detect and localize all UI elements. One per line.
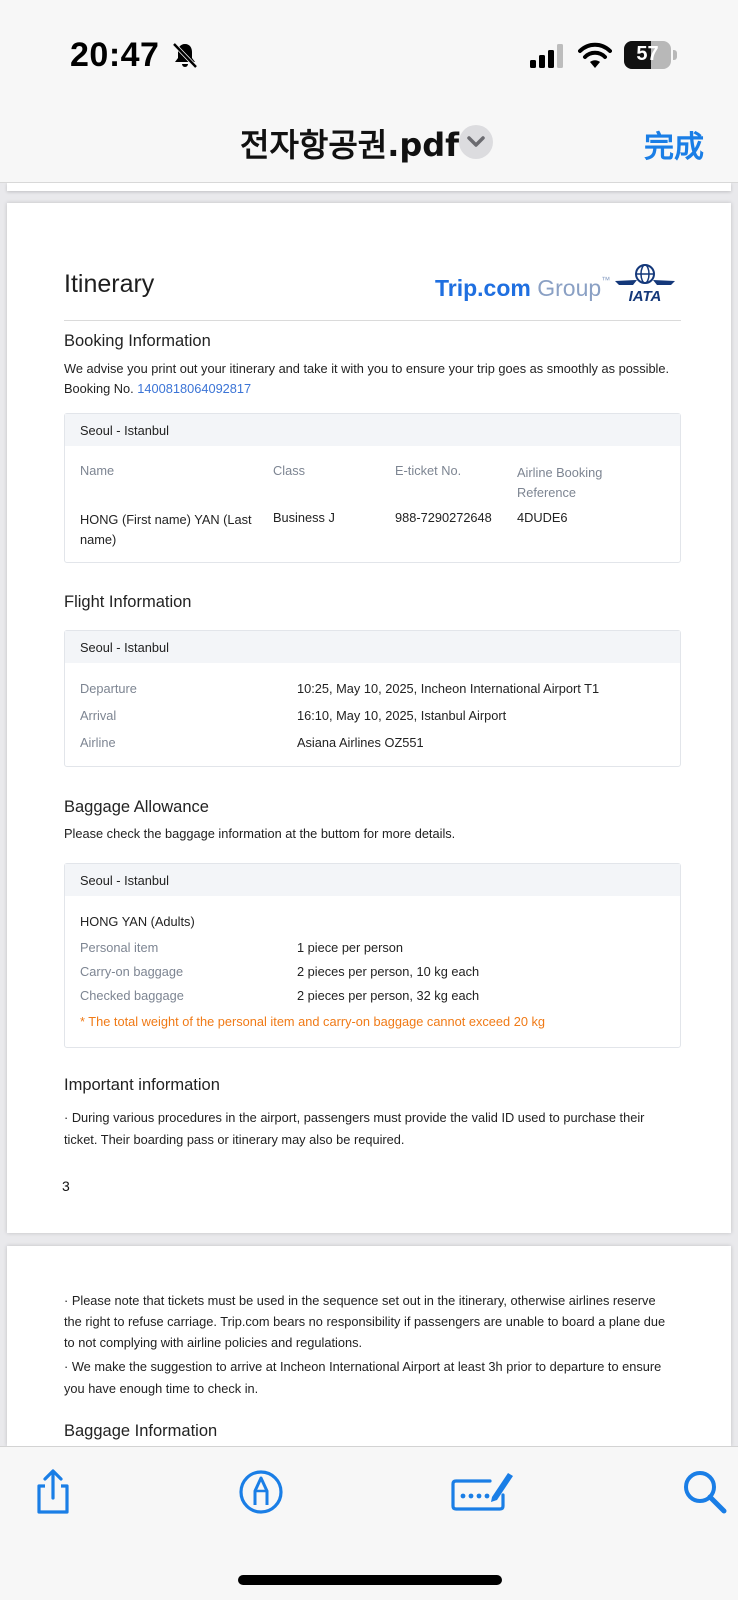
- checked-baggage-value: 2 pieces per person, 32 kg each: [297, 988, 480, 1003]
- column-name: Name: [80, 463, 115, 478]
- important-line-3: · We make the suggestion to arrive at In…: [64, 1359, 662, 1396]
- flight-route: Seoul - Istanbul: [65, 631, 680, 663]
- carry-on-value: 2 pieces per person, 10 kg each: [297, 964, 480, 979]
- logo-brand: Trip.com: [435, 275, 531, 301]
- cabin-class: Business J: [273, 510, 335, 525]
- checked-baggage-label: Checked baggage: [80, 988, 184, 1003]
- itinerary-title: Itinerary: [64, 270, 155, 298]
- flight-table: Seoul - Istanbul Departure 10:25, May 10…: [64, 630, 681, 767]
- booking-number-link[interactable]: 1400818064092817: [137, 381, 251, 396]
- status-time: 20:47: [70, 36, 160, 74]
- cellular-signal-icon: [530, 44, 563, 68]
- baggage-heading: Baggage Allowance: [64, 798, 209, 816]
- battery-body: 57: [624, 41, 671, 69]
- chevron-down-icon: [467, 136, 485, 147]
- page-number: 3: [62, 1178, 70, 1194]
- iata-logo: IATA: [615, 264, 675, 303]
- previous-page-edge: [7, 183, 731, 191]
- arrival-label: Arrival: [80, 708, 117, 723]
- airline-value: Asiana Airlines OZ551: [297, 735, 424, 750]
- pdf-page-4: · Please note that tickets must be used …: [7, 1246, 731, 1446]
- wifi-icon: [578, 42, 612, 68]
- baggage-route: Seoul - Istanbul: [65, 864, 680, 896]
- baggage-information-heading: Baggage Information: [64, 1422, 218, 1440]
- battery-icon: 57: [624, 41, 677, 69]
- airline-label: Airline: [80, 735, 116, 750]
- departure-label: Departure: [80, 681, 137, 696]
- pdf-viewer-screen: Itinerary Trip.com Group™ IATA Booking I…: [0, 0, 738, 1600]
- search-icon: [684, 1471, 727, 1514]
- booking-heading: Booking Information: [64, 332, 211, 350]
- silent-mode-bell-icon: [172, 42, 198, 69]
- battery-tip: [673, 50, 677, 60]
- trip-com-group-logo: Trip.com Group™: [435, 275, 610, 302]
- fill-sign-icon: [451, 1473, 513, 1511]
- important-line-2: · Please note that tickets must be used …: [64, 1293, 666, 1350]
- booking-route: Seoul - Istanbul: [65, 414, 680, 446]
- column-class: Class: [273, 463, 305, 478]
- booking-advice: We advise you print out your itinerary a…: [64, 361, 670, 376]
- flight-heading: Flight Information: [64, 593, 192, 611]
- booking-table: Seoul - Istanbul Name Class E-ticket No.…: [64, 413, 681, 563]
- column-booking-reference: Airline Booking Reference: [517, 465, 603, 500]
- booking-number-label: Booking No.: [64, 381, 134, 396]
- arrival-value: 16:10, May 10, 2025, Istanbul Airport: [297, 708, 507, 723]
- done-button[interactable]: 完成: [644, 122, 704, 166]
- logo-group: Group: [537, 275, 602, 301]
- passenger-name: HONG (First name) YAN (Last name): [80, 512, 252, 547]
- carry-on-label: Carry-on baggage: [80, 964, 184, 979]
- iata-logo-text: IATA: [629, 288, 662, 303]
- share-icon: [37, 1469, 69, 1514]
- logo-tm: ™: [601, 275, 611, 285]
- markup-icon: [239, 1470, 283, 1514]
- baggage-note: Please check the baggage information at …: [64, 826, 456, 841]
- battery-level: 57: [636, 43, 659, 65]
- title-menu-button[interactable]: [459, 125, 493, 159]
- baggage-table: Seoul - Istanbul HONG YAN (Adults) Perso…: [64, 863, 681, 1048]
- share-button[interactable]: [28, 1467, 78, 1517]
- departure-value: 10:25, May 10, 2025, Incheon Internation…: [297, 681, 600, 696]
- baggage-passenger: HONG YAN (Adults): [80, 914, 195, 929]
- viewer-header: 20:47 57 전자항공권.pdf 完成: [0, 0, 738, 183]
- home-indicator[interactable]: [238, 1575, 502, 1585]
- column-eticket: E-ticket No.: [395, 463, 462, 478]
- fill-and-sign-button[interactable]: [450, 1465, 516, 1515]
- personal-item-label: Personal item: [80, 940, 159, 955]
- personal-item-value: 1 piece per person: [297, 940, 403, 955]
- document-title[interactable]: 전자항공권.pdf: [240, 120, 459, 166]
- markup-button[interactable]: [236, 1467, 286, 1517]
- important-line-1: · During various procedures in the airpo…: [64, 1110, 645, 1147]
- title-divider: [64, 320, 681, 321]
- baggage-weight-warning: * The total weight of the personal item …: [80, 1014, 546, 1029]
- eticket-number: 988-7290272648: [395, 510, 492, 525]
- pdf-page-3: Itinerary Trip.com Group™ IATA Booking I…: [7, 203, 731, 1233]
- search-button[interactable]: [680, 1467, 730, 1517]
- airline-reference: 4DUDE6: [517, 510, 568, 525]
- important-heading: Important information: [64, 1076, 220, 1094]
- booking-number-line: Booking No. 1400818064092817: [64, 379, 251, 399]
